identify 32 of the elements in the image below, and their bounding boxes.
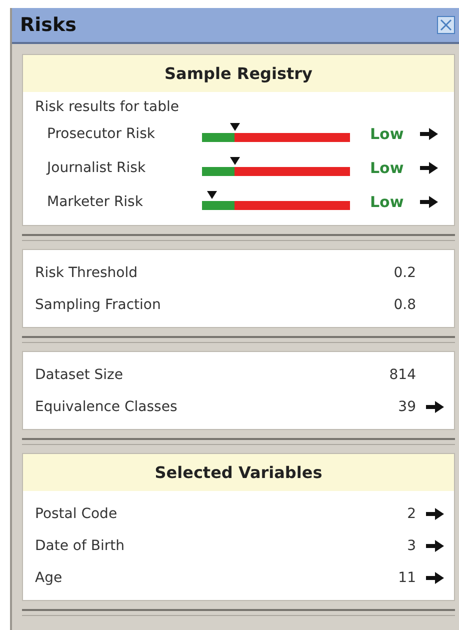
arrow-right-icon[interactable] bbox=[426, 401, 444, 413]
risk-name: Marketer Risk bbox=[46, 194, 144, 210]
arrow-right-icon[interactable] bbox=[420, 162, 438, 174]
row-label: Sampling Fraction bbox=[35, 297, 162, 313]
risk-rating: Low bbox=[370, 159, 405, 177]
row-value: 814 bbox=[389, 367, 416, 383]
panel-heading: Selected Variables bbox=[23, 454, 454, 491]
risk-results-label: Risk results for table bbox=[35, 99, 180, 115]
row-label: Equivalence Classes bbox=[35, 399, 178, 415]
variable-count: 3 bbox=[407, 538, 416, 554]
variable-name: Postal Code bbox=[35, 506, 118, 522]
panel-heading: Sample Registry bbox=[23, 55, 454, 92]
row-label: Risk Threshold bbox=[35, 265, 138, 281]
window-title: Risks bbox=[20, 14, 76, 36]
row-value: 0.8 bbox=[394, 297, 416, 313]
arrow-right-icon[interactable] bbox=[426, 508, 444, 520]
risk-name: Prosecutor Risk bbox=[46, 126, 156, 142]
risk-rating: Low bbox=[370, 193, 405, 211]
row-value: 39 bbox=[398, 399, 416, 415]
arrow-right-icon[interactable] bbox=[426, 540, 444, 552]
variable-name: Age bbox=[35, 570, 64, 586]
close-icon[interactable] bbox=[437, 16, 455, 34]
risk-name: Journalist Risk bbox=[45, 160, 147, 176]
row-value: 0.2 bbox=[394, 265, 416, 281]
arrow-right-icon[interactable] bbox=[420, 128, 438, 140]
variable-count: 11 bbox=[398, 570, 416, 586]
row-label: Dataset Size bbox=[35, 367, 124, 383]
arrow-right-icon[interactable] bbox=[426, 572, 444, 584]
arrow-right-icon[interactable] bbox=[420, 196, 438, 208]
variable-count: 2 bbox=[407, 506, 416, 522]
variable-name: Date of Birth bbox=[35, 538, 126, 554]
risk-rating: Low bbox=[370, 125, 405, 143]
